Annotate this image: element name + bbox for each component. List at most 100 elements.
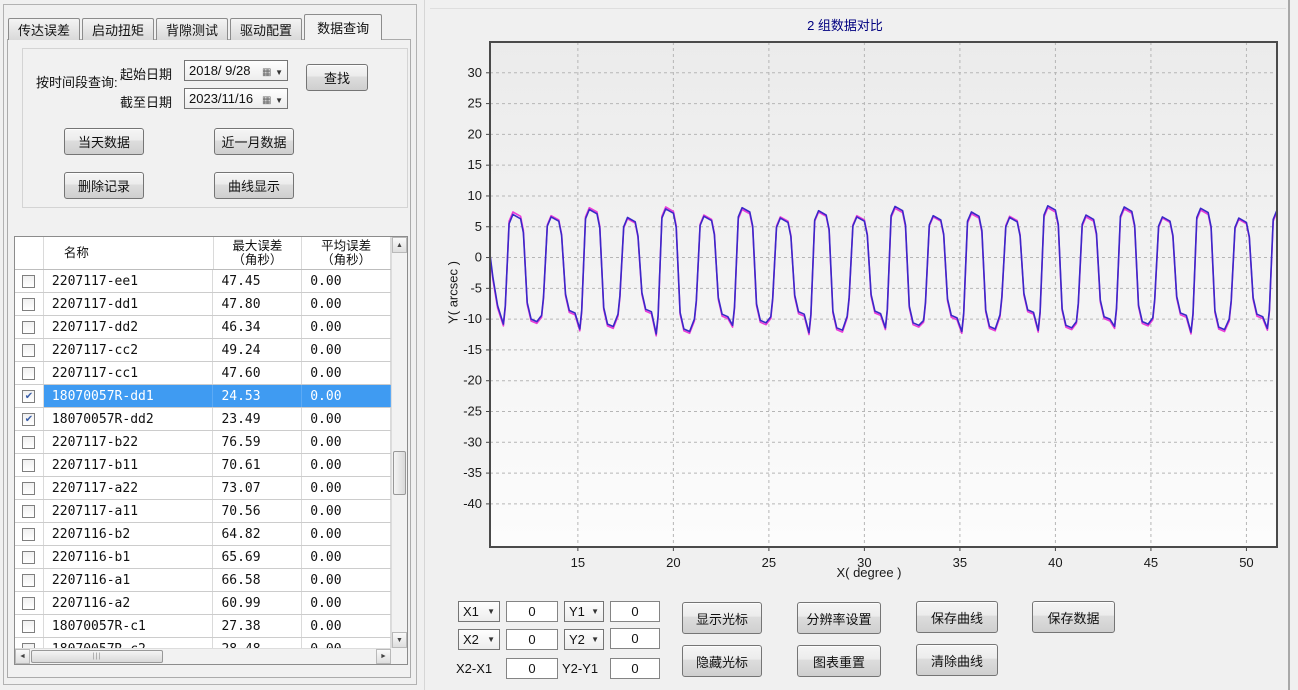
tab-transmission-error[interactable]: 传达误差	[8, 18, 80, 40]
x2-select[interactable]: X2▼	[458, 629, 500, 650]
calendar-icon: ▦	[262, 95, 271, 106]
table-row[interactable]: ✔18070057R-dd124.530.00	[15, 385, 391, 408]
row-checkbox[interactable]	[22, 482, 35, 495]
table-body: 2207117-ee147.450.002207117-dd147.800.00…	[15, 270, 391, 648]
checkbox-cell	[15, 592, 44, 614]
save-data-button[interactable]: 保存数据	[1032, 601, 1115, 633]
cell-max: 27.38	[213, 615, 302, 637]
chart-plot[interactable]: 1520253035404550302520151050-5-10-15-20-…	[430, 0, 1290, 600]
cell-max: 64.82	[213, 523, 302, 545]
last-month-data-button[interactable]: 近一月数据	[214, 128, 294, 155]
save-curve-button[interactable]: 保存曲线	[916, 601, 998, 633]
end-date-picker[interactable]: 2023/11/16 ▦ ▼	[184, 88, 288, 109]
x2-value-input[interactable]: 0	[506, 629, 558, 650]
y-tick-label: 0	[475, 250, 482, 265]
y2-value-input[interactable]: 0	[610, 628, 660, 649]
y1-value-input[interactable]: 0	[610, 601, 660, 622]
row-checkbox[interactable]	[22, 574, 35, 587]
row-checkbox[interactable]	[22, 321, 35, 334]
chart-reset-button[interactable]: 图表重置	[797, 645, 881, 677]
cell-name: 18070057R-c1	[44, 615, 214, 637]
row-checkbox[interactable]	[22, 551, 35, 564]
tab-drive-config[interactable]: 驱动配置	[230, 18, 302, 40]
scroll-left-button[interactable]: ◄	[15, 649, 30, 664]
hide-cursor-button[interactable]: 隐藏光标	[682, 645, 762, 677]
resolution-settings-button[interactable]: 分辨率设置	[797, 602, 881, 634]
table-header: 名称 最大误差 （角秒） 平均误差 （角秒）	[15, 237, 391, 270]
today-data-button[interactable]: 当天数据	[64, 128, 144, 155]
table-row[interactable]: ✔18070057R-dd223.490.00	[15, 408, 391, 431]
row-checkbox[interactable]	[22, 367, 35, 380]
table-row[interactable]: 2207117-ee147.450.00	[15, 270, 391, 293]
header-avg-error[interactable]: 平均误差 （角秒）	[302, 237, 391, 269]
vertical-scrollbar[interactable]: ▲ ▼	[391, 237, 407, 648]
cell-max: 70.56	[213, 500, 302, 522]
table-row[interactable]: 2207117-dd246.340.00	[15, 316, 391, 339]
table-row[interactable]: 2207116-a260.990.00	[15, 592, 391, 615]
row-checkbox[interactable]	[22, 298, 35, 311]
table-row[interactable]: 2207117-b1170.610.00	[15, 454, 391, 477]
scroll-down-button[interactable]: ▼	[392, 632, 407, 648]
table-row[interactable]: 2207117-a1170.560.00	[15, 500, 391, 523]
cell-avg: 0.00	[302, 477, 391, 499]
table-row[interactable]: 2207116-a166.580.00	[15, 569, 391, 592]
x1-value-input[interactable]: 0	[506, 601, 558, 622]
tab-backlash-test[interactable]: 背隙测试	[156, 18, 228, 40]
vertical-scrollbar-thumb[interactable]	[393, 451, 406, 495]
y1-select[interactable]: Y1▼	[564, 601, 604, 622]
row-checkbox[interactable]	[22, 620, 35, 633]
row-checkbox[interactable]: ✔	[22, 390, 35, 403]
row-checkbox[interactable]	[22, 275, 35, 288]
dy-value-input[interactable]: 0	[610, 658, 660, 679]
cell-name: 2207117-a22	[44, 477, 214, 499]
row-checkbox[interactable]	[22, 344, 35, 357]
y-tick-label: 25	[468, 96, 482, 111]
scroll-right-button[interactable]: ►	[376, 649, 391, 664]
table-row[interactable]: 2207116-b165.690.00	[15, 546, 391, 569]
row-checkbox[interactable]: ✔	[22, 413, 35, 426]
table-row[interactable]: 2207117-a2273.070.00	[15, 477, 391, 500]
table-row[interactable]: 2207116-b264.820.00	[15, 523, 391, 546]
end-date-label: 截至日期	[120, 92, 172, 111]
search-button[interactable]: 查找	[306, 64, 368, 91]
cell-name: 2207116-b2	[44, 523, 214, 545]
plot-background	[490, 42, 1277, 547]
tab-data-query[interactable]: 数据查询	[304, 14, 382, 40]
scroll-up-button[interactable]: ▲	[392, 237, 407, 253]
row-checkbox[interactable]	[22, 505, 35, 518]
chevron-down-icon: ▼	[487, 607, 495, 616]
tab-starting-torque[interactable]: 启动扭矩	[82, 18, 154, 40]
row-checkbox[interactable]	[22, 528, 35, 541]
header-max-error[interactable]: 最大误差 （角秒）	[214, 237, 303, 269]
checkbox-cell: ✔	[15, 408, 44, 430]
x-tick-label: 45	[1144, 555, 1158, 570]
row-checkbox[interactable]	[22, 436, 35, 449]
y-tick-label: 15	[468, 157, 482, 172]
table-row[interactable]: 2207117-dd147.800.00	[15, 293, 391, 316]
cell-max: 46.34	[213, 316, 302, 338]
show-cursor-button[interactable]: 显示光标	[682, 602, 762, 634]
start-date-label: 起始日期	[120, 64, 172, 83]
delete-record-button[interactable]: 删除记录	[64, 172, 144, 199]
y-tick-label: -35	[463, 465, 482, 480]
header-name[interactable]: 名称	[44, 237, 214, 269]
y2-select[interactable]: Y2▼	[564, 629, 604, 650]
curve-display-button[interactable]: 曲线显示	[214, 172, 294, 199]
start-date-picker[interactable]: 2018/ 9/28 ▦ ▼	[184, 60, 288, 81]
table-row[interactable]: 18070057R-c228.480.00	[15, 638, 391, 648]
checkbox-cell	[15, 316, 44, 338]
checkbox-cell	[15, 615, 44, 637]
table-row[interactable]: 18070057R-c127.380.00	[15, 615, 391, 638]
table-row[interactable]: 2207117-cc147.600.00	[15, 362, 391, 385]
row-checkbox[interactable]	[22, 597, 35, 610]
horizontal-scrollbar[interactable]: ◄ ||| ►	[15, 648, 391, 664]
cell-name: 2207117-a11	[44, 500, 214, 522]
clear-curve-button[interactable]: 清除曲线	[916, 644, 998, 676]
x1-select[interactable]: X1▼	[458, 601, 500, 622]
x-tick-label: 25	[762, 555, 776, 570]
row-checkbox[interactable]	[22, 459, 35, 472]
horizontal-scrollbar-thumb[interactable]: |||	[31, 650, 163, 663]
table-row[interactable]: 2207117-cc249.240.00	[15, 339, 391, 362]
dx-value-input[interactable]: 0	[506, 658, 558, 679]
table-row[interactable]: 2207117-b2276.590.00	[15, 431, 391, 454]
